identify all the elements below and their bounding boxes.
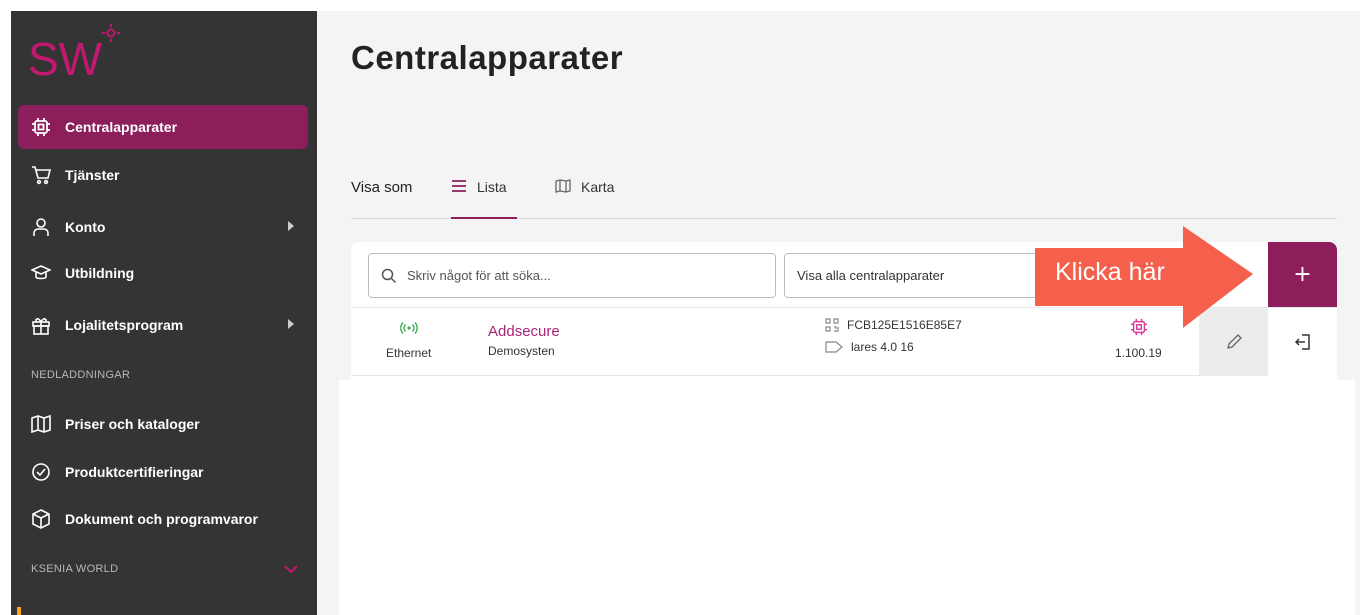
page-title: Centralapparater [351, 39, 624, 76]
search-icon [381, 268, 397, 283]
gift-icon [31, 315, 51, 335]
serial-number: FCB125E1516E85E7 [825, 318, 962, 332]
connection-type: Ethernet [386, 346, 432, 360]
section-label-downloads: NEDLADDNINGAR [31, 369, 131, 381]
add-device-button[interactable]: + [1268, 242, 1337, 307]
caret-right-icon [288, 221, 294, 231]
sidebar-item-produktcertifieringar[interactable]: Produktcertifieringar [18, 450, 308, 494]
sidebar-item-konto[interactable]: Konto [18, 205, 308, 249]
qr-code-icon [825, 318, 839, 332]
user-icon [31, 217, 51, 237]
tab-label: Karta [581, 179, 615, 195]
sidebar-item-label: Utbildning [65, 265, 135, 281]
accent-bar [17, 607, 21, 615]
login-button[interactable] [1268, 308, 1337, 376]
sidebar-item-dokument[interactable]: Dokument och programvaror [18, 497, 308, 541]
list-icon [451, 179, 467, 193]
sidebar-item-label: Centralapparater [65, 119, 178, 135]
box-icon [31, 509, 51, 529]
content-area [339, 380, 1355, 615]
book-icon [31, 414, 51, 434]
sidebar-item-label: Priser och kataloger [65, 416, 200, 432]
sidebar: SW Centralapparater Tjänster Konto Utbil… [11, 11, 317, 615]
sidebar-item-label: Lojalitetsprogram [65, 317, 184, 333]
device-subtitle: Demosysten [488, 344, 555, 358]
sidebar-item-utbildning[interactable]: Utbildning [18, 251, 308, 295]
sidebar-item-label: Produktcertifieringar [65, 464, 204, 480]
tag-icon [825, 340, 843, 354]
chip-icon [31, 117, 51, 137]
sidebar-item-lojalitetsprogram[interactable]: Lojalitetsprogram [18, 303, 308, 347]
view-switcher: Visa som Lista Karta [351, 161, 1337, 219]
tab-lista[interactable]: Lista [451, 173, 517, 219]
map-icon [555, 179, 571, 193]
serial-text: FCB125E1516E85E7 [847, 318, 962, 332]
firmware-version: 1.100.19 [1115, 346, 1162, 360]
device-model: lares 4.0 16 [825, 340, 914, 354]
sidebar-item-priser[interactable]: Priser och kataloger [18, 402, 308, 446]
view-label: Visa som [351, 179, 413, 196]
cart-icon [31, 165, 51, 185]
wifi-signal-icon [400, 322, 418, 334]
graduation-icon [31, 263, 51, 283]
sidebar-item-label: Dokument och programvaror [65, 511, 258, 527]
pencil-icon [1226, 334, 1242, 349]
sidebar-item-label: Konto [65, 219, 106, 235]
login-icon [1294, 334, 1310, 350]
search-input[interactable] [407, 268, 767, 283]
tab-label: Lista [477, 179, 507, 195]
check-circle-icon [31, 462, 51, 482]
device-name[interactable]: Addsecure [488, 323, 560, 340]
sidebar-item-label: Tjänster [65, 167, 120, 183]
section-label-ksenia-world: KSENIA WORLD [31, 563, 119, 575]
sw-logo[interactable]: SW [28, 21, 148, 91]
callout-text: Klicka här [1055, 258, 1165, 286]
search-box[interactable] [368, 253, 776, 298]
sidebar-item-tjanster[interactable]: Tjänster [18, 153, 308, 197]
sidebar-item-centralapparater[interactable]: Centralapparater [18, 105, 308, 149]
chevron-down-icon[interactable] [283, 564, 299, 574]
svg-text:SW: SW [28, 33, 103, 85]
caret-right-icon [288, 319, 294, 329]
model-text: lares 4.0 16 [851, 340, 914, 354]
tab-karta[interactable]: Karta [555, 173, 614, 219]
